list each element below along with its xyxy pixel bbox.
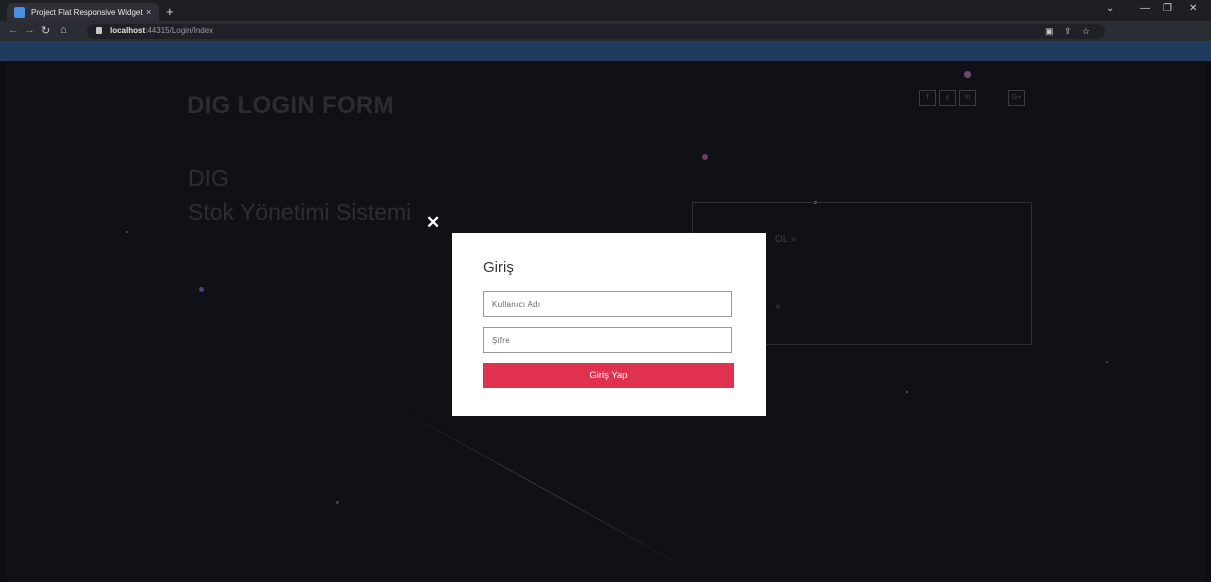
star-decoration: [336, 501, 339, 504]
linkedin-icon[interactable]: in: [959, 90, 976, 106]
bookmark-star-icon[interactable]: ☆: [1082, 26, 1090, 37]
url-text: localhost:44315/Login/Index: [110, 26, 213, 35]
reload-icon[interactable]: ↻: [41, 24, 50, 37]
back-icon[interactable]: ←: [8, 24, 19, 36]
close-window-icon[interactable]: ✕: [1189, 3, 1197, 14]
minimize-icon[interactable]: —: [1140, 3, 1150, 14]
brand-title: DIG LOGIN FORM: [187, 92, 394, 119]
username-input[interactable]: [483, 291, 732, 317]
translate-icon[interactable]: ▣: [1045, 26, 1054, 37]
login-button[interactable]: Giriş Yap: [483, 363, 734, 388]
light-streak: [385, 401, 702, 577]
lock-icon: [96, 27, 102, 34]
star-decoration: [199, 287, 204, 292]
address-bar[interactable]: localhost:44315/Login/Index ▣ ⇪ ☆: [87, 24, 1105, 39]
star-decoration: [1106, 361, 1108, 363]
twitter-icon[interactable]: y: [939, 90, 956, 106]
facebook-icon[interactable]: f: [919, 90, 936, 106]
hero-title: DIG: [188, 165, 229, 191]
forward-icon[interactable]: →: [24, 24, 35, 36]
box-link-1[interactable]: OL »: [775, 234, 796, 245]
share-icon[interactable]: ⇪: [1064, 26, 1072, 37]
password-input[interactable]: [483, 327, 732, 353]
page-favicon-icon: [14, 6, 25, 18]
google-plus-icon[interactable]: G+: [1008, 90, 1025, 106]
tab-title: Project Flat Responsive Widget |: [31, 7, 143, 17]
url-path: :44315/Login/Index: [145, 26, 214, 35]
url-host: localhost: [110, 26, 146, 35]
new-tab-button[interactable]: +: [166, 4, 174, 19]
box-link-2[interactable]: »: [775, 301, 781, 312]
browser-tab[interactable]: Project Flat Responsive Widget | ×: [7, 3, 159, 21]
tab-search-icon[interactable]: ⌄: [1106, 3, 1114, 14]
maximize-icon[interactable]: ❐: [1163, 3, 1172, 14]
star-decoration: [702, 154, 708, 160]
modal-title: Giriş: [483, 259, 514, 276]
star-decoration: [906, 391, 908, 393]
login-modal: Giriş Giriş Yap: [452, 233, 766, 416]
bookmarks-bar: [0, 41, 1211, 61]
browser-toolbar: ← → ↻ ⌂ localhost:44315/Login/Index ▣ ⇪ …: [0, 21, 1211, 41]
tab-close-icon[interactable]: ×: [146, 7, 151, 17]
hero-subtitle: Stok Yönetimi Sistemi: [188, 199, 412, 225]
browser-tabstrip: Project Flat Responsive Widget | × + ⌄ —…: [0, 0, 1211, 21]
star-decoration: [964, 71, 971, 78]
star-decoration: [126, 231, 128, 233]
home-icon[interactable]: ⌂: [60, 24, 67, 36]
modal-close-icon[interactable]: ✕: [426, 213, 440, 233]
